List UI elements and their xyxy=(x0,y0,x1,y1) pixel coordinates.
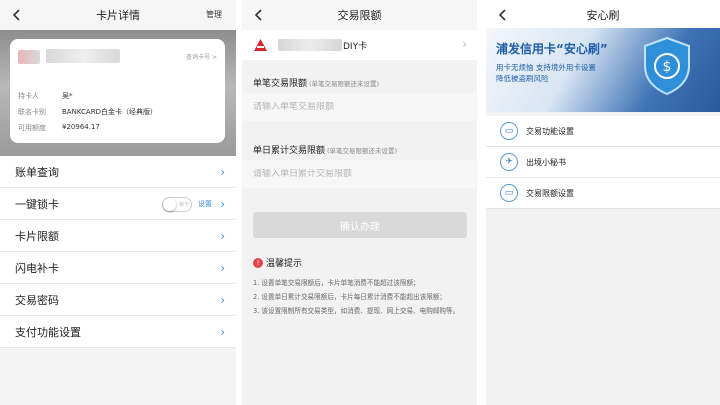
product-row: 联名卡别 BANKCARD白金卡（经典版） xyxy=(18,107,157,117)
daily-limit-input[interactable] xyxy=(253,169,463,179)
tips-header: ! 温馨提示 xyxy=(253,256,302,269)
single-limit-input[interactable] xyxy=(253,102,463,112)
safe-swipe-menu: ▭ 交易功能设置 ✈ 出境小秘书 ▭ 交易限额设置 xyxy=(486,116,720,209)
menu-item-bill-query[interactable]: 账单查询 › xyxy=(0,156,236,188)
banner-headline: 浦发信用卡“安心刷” xyxy=(496,42,608,56)
toggle-knob xyxy=(163,198,176,211)
card-name: DIY卡 xyxy=(343,42,368,52)
menu-item-label: 交易密码 xyxy=(15,293,59,307)
chevron-right-icon: › xyxy=(220,165,225,179)
chevron-left-icon[interactable] xyxy=(8,6,26,24)
tip-item: 3. 该设置限制所有交易类型，如消费、提现、网上交易、电购邮购等。 xyxy=(253,307,460,315)
svg-text:$: $ xyxy=(663,59,672,75)
confirm-button[interactable]: 确认办理 xyxy=(253,212,467,238)
chevron-right-icon: › xyxy=(220,325,225,339)
banner-line-2: 降低被盗刷风险 xyxy=(496,74,549,83)
daily-limit-field xyxy=(242,160,477,188)
product-label: 联名卡别 xyxy=(18,108,46,116)
daily-limit-hint: (单笔交易限额还未设置) xyxy=(327,147,398,155)
single-limit-title: 单笔交易限额 (单笔交易限额还未设置) xyxy=(253,76,379,89)
menu-item-label: 出境小秘书 xyxy=(526,157,566,167)
menu-item-card-limit[interactable]: 卡片限额 › xyxy=(0,220,236,252)
menu-item-transaction-password[interactable]: 交易密码 › xyxy=(0,284,236,316)
single-limit-hint: (单笔交易限额还未设置) xyxy=(309,80,380,88)
chevron-right-icon: › xyxy=(220,261,225,275)
page-title: 安心刷 xyxy=(586,9,620,22)
menu-item-label: 账单查询 xyxy=(15,165,59,179)
card-hero: 查询卡号 > 持卡人 吴* 联名卡别 BANKCARD白金卡（经典版） 可用额度… xyxy=(0,30,236,156)
limit-row: 可用额度 ¥20964.17 xyxy=(18,123,100,133)
page-title: 卡片详情 xyxy=(96,9,140,22)
chevron-left-icon[interactable] xyxy=(250,6,268,24)
menu-item-flash-replace[interactable]: 闪电补卡 › xyxy=(0,252,236,284)
menu-item-label: 闪电补卡 xyxy=(15,261,59,275)
lock-card-toggle[interactable]: 锁卡 xyxy=(162,197,192,212)
manage-button[interactable]: 管理 xyxy=(206,9,222,20)
divider xyxy=(477,0,486,405)
tips-title: 温馨提示 xyxy=(266,259,303,269)
navbar: 安心刷 xyxy=(486,0,720,30)
chevron-right-icon: › xyxy=(220,293,225,307)
safe-swipe-screen: 安心刷 浦发信用卡“安心刷” 用卡无烦恼 支持境外用卡设置 降低被盗刷风险 $ … xyxy=(486,0,720,405)
card-icon: ▭ xyxy=(500,184,518,202)
bank-logo-icon xyxy=(254,39,267,51)
menu-item-label: 支付功能设置 xyxy=(15,325,81,339)
product-value: BANKCARD白金卡（经典版） xyxy=(62,108,157,116)
plane-icon: ✈ xyxy=(500,153,518,171)
limit-label: 可用额度 xyxy=(18,124,46,132)
chevron-right-icon: › xyxy=(220,229,225,243)
menu-item-payment-settings[interactable]: 支付功能设置 › xyxy=(0,316,236,348)
menu-item-label: 交易功能设置 xyxy=(526,126,574,136)
holder-value: 吴* xyxy=(62,92,73,100)
toggle-text: 锁卡 xyxy=(179,202,190,208)
banner-line-1: 用卡无烦恼 支持境外用卡设置 xyxy=(496,63,596,72)
card-details-screen: 卡片详情 管理 查询卡号 > 持卡人 吴* 联名卡别 BANKCARD白金卡（经… xyxy=(0,0,236,405)
menu-item-lock-card[interactable]: 一键锁卡 锁卡 设置 › xyxy=(0,188,236,220)
navbar: 交易限额 xyxy=(242,0,477,30)
limit-value: ¥20964.17 xyxy=(62,123,100,131)
chevron-right-icon: › xyxy=(462,37,467,51)
lock-settings-link[interactable]: 设置 xyxy=(198,199,212,209)
info-icon: ! xyxy=(253,257,263,268)
daily-limit-title: 单日累计交易限额 (单笔交易限额还未设置) xyxy=(253,143,397,156)
menu-item-limit-settings[interactable]: ▭ 交易限额设置 xyxy=(486,178,720,209)
holder-row: 持卡人 吴* xyxy=(18,91,73,101)
card-icon: ▭ xyxy=(500,122,518,140)
query-card-number-link[interactable]: 查询卡号 > xyxy=(186,52,217,61)
menu-item-label: 交易限额设置 xyxy=(526,188,574,198)
tip-item: 2. 设置单日累计交易限额后，卡片每日累计消费不能超出该限额； xyxy=(253,293,447,301)
menu-item-transaction-function[interactable]: ▭ 交易功能设置 xyxy=(486,116,720,147)
shield-icon: $ xyxy=(644,36,690,96)
masked-card-number xyxy=(278,39,342,51)
page-title: 交易限额 xyxy=(337,9,382,22)
daily-limit-title-text: 单日累计交易限额 xyxy=(253,146,326,156)
navbar: 卡片详情 管理 xyxy=(0,0,236,30)
single-limit-field xyxy=(242,93,477,121)
selected-card-row[interactable]: DIY卡 › xyxy=(242,30,477,60)
tips-list: 1. 设置单笔交易限额后，卡片单笔消费不能超过该限额； 2. 设置单日累计交易限… xyxy=(253,276,469,318)
promo-banner[interactable]: 浦发信用卡“安心刷” 用卡无烦恼 支持境外用卡设置 降低被盗刷风险 $ xyxy=(486,28,720,112)
card-logo xyxy=(18,50,40,64)
single-limit-title-text: 单笔交易限额 xyxy=(253,79,308,89)
chevron-left-icon[interactable] xyxy=(494,6,512,24)
card-menu: 账单查询 › 一键锁卡 锁卡 设置 › 卡片限额 › 闪电补卡 › 交易密码 ›… xyxy=(0,156,236,348)
menu-item-travel-secretary[interactable]: ✈ 出境小秘书 xyxy=(486,147,720,178)
menu-item-label: 一键锁卡 xyxy=(15,197,59,211)
credit-card: 查询卡号 > 持卡人 吴* 联名卡别 BANKCARD白金卡（经典版） 可用额度… xyxy=(10,39,225,143)
menu-item-label: 卡片限额 xyxy=(15,229,59,243)
holder-label: 持卡人 xyxy=(18,92,39,100)
transaction-limit-screen: 交易限额 DIY卡 › 单笔交易限额(单笔交易限额还未设置) 单日累计交易限额(… xyxy=(242,0,477,405)
masked-card-number xyxy=(46,49,120,63)
chevron-right-icon: › xyxy=(220,197,225,211)
tip-item: 1. 设置单笔交易限额后，卡片单笔消费不能超过该限额； xyxy=(253,279,420,287)
